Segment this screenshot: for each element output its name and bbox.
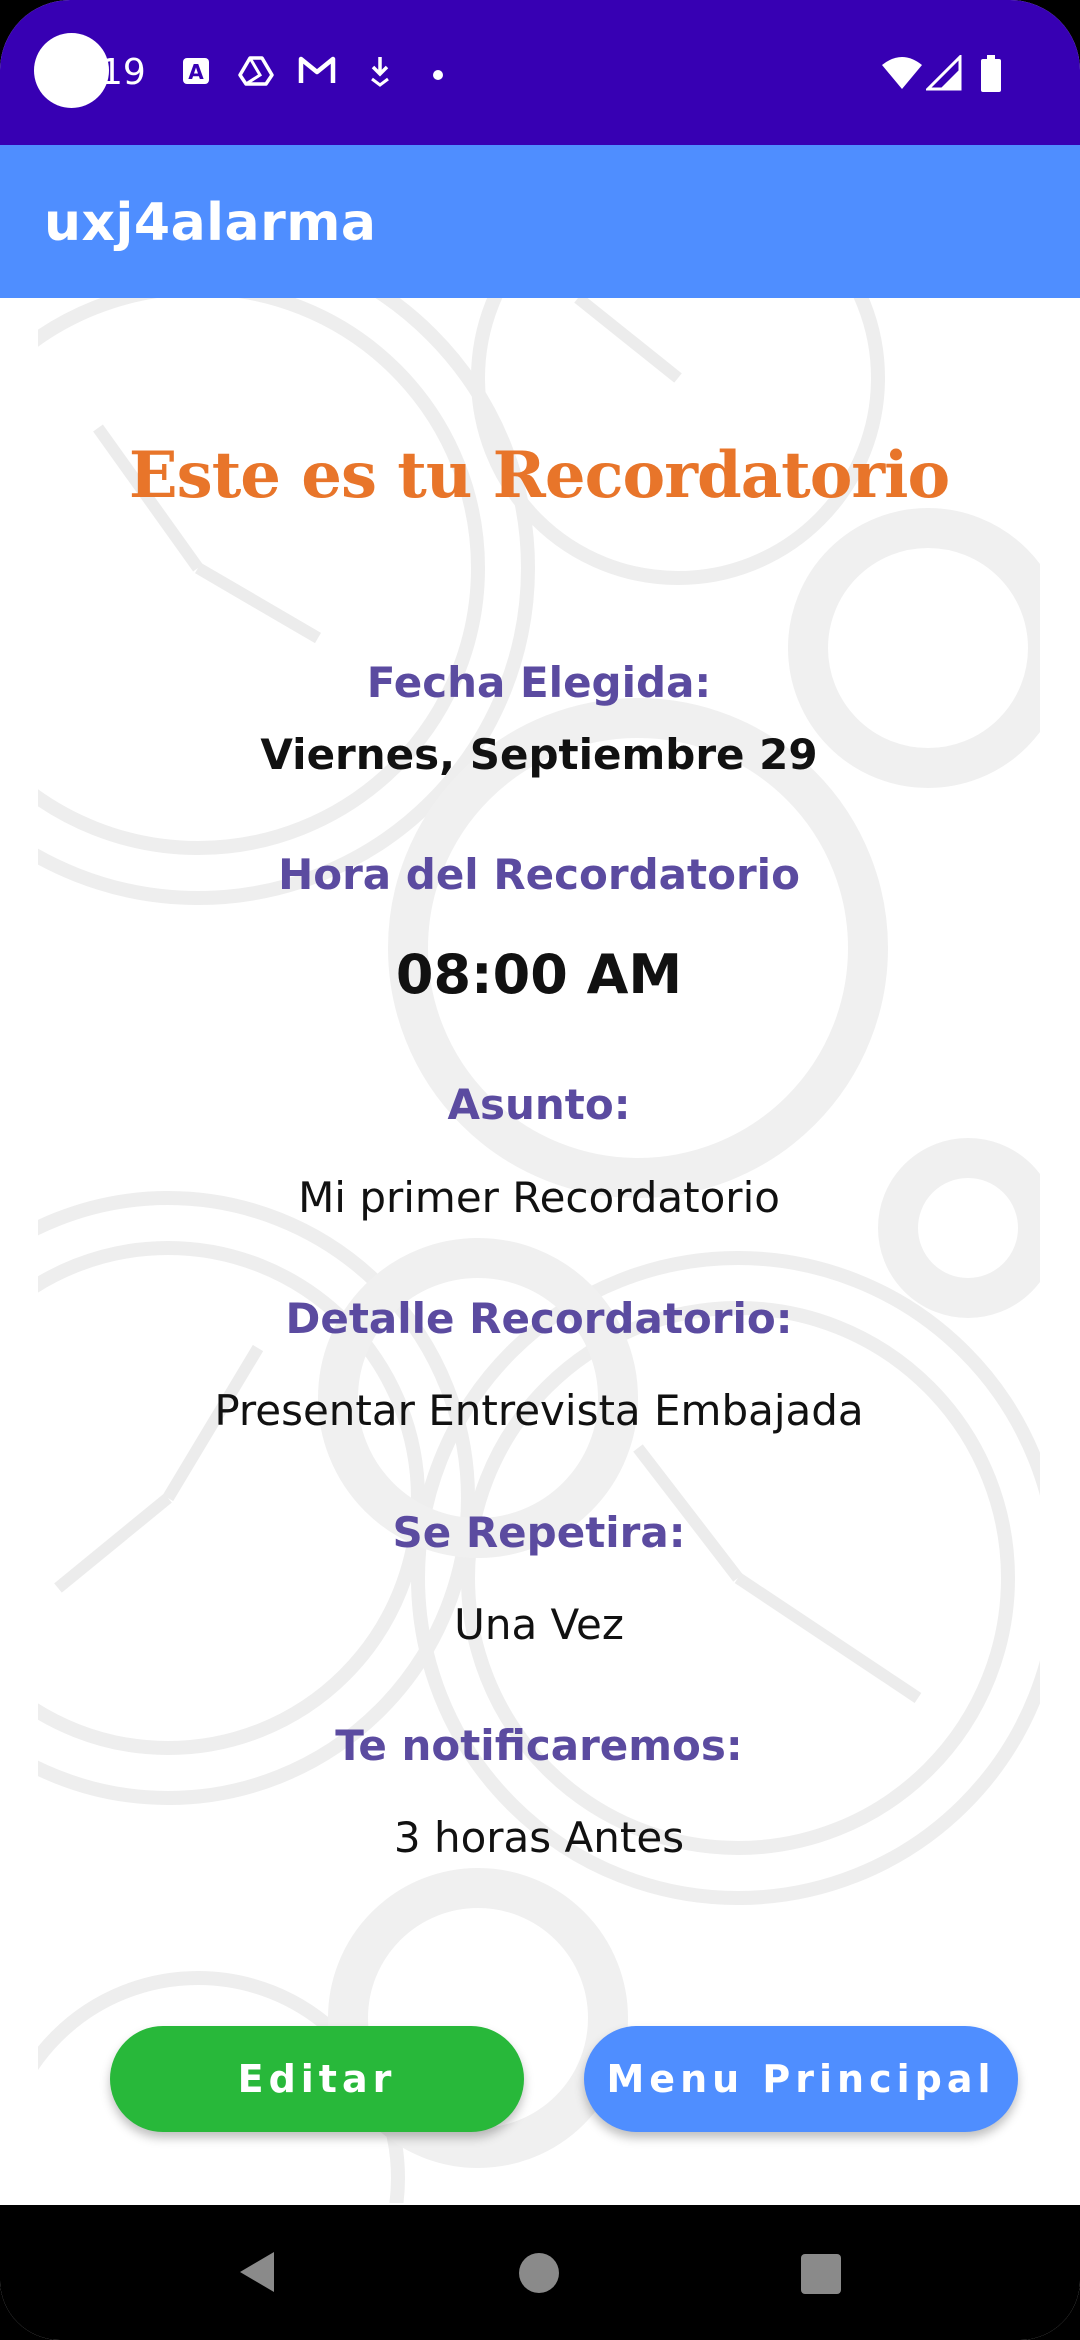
app-a-icon: A xyxy=(180,55,212,91)
detalle-value: Presentar Entrevista Embajada xyxy=(214,1386,864,1435)
back-icon[interactable] xyxy=(236,2250,276,2298)
hora-label: Hora del Recordatorio xyxy=(278,850,800,899)
asunto-value: Mi primer Recordatorio xyxy=(298,1173,780,1222)
status-bar: 19 A xyxy=(0,0,1080,145)
app-bar: uxj4alarma xyxy=(0,145,1080,298)
fecha-value: Viernes, Septiembre 29 xyxy=(260,730,818,779)
camera-cutout xyxy=(34,33,109,108)
page-title: Este es tu Recordatorio xyxy=(128,438,950,513)
drive-icon xyxy=(238,55,274,91)
repetira-label: Se Repetira: xyxy=(392,1508,686,1557)
notificaremos-label: Te notificaremos: xyxy=(335,1721,743,1770)
dot-icon xyxy=(432,66,444,85)
wifi-icon xyxy=(880,55,924,95)
main-menu-button[interactable]: Menu Principal xyxy=(584,2026,1018,2132)
asunto-label: Asunto: xyxy=(447,1080,631,1129)
fecha-label: Fecha Elegida: xyxy=(366,658,712,707)
detalle-label: Detalle Recordatorio: xyxy=(285,1294,793,1343)
app-title: uxj4alarma xyxy=(44,193,377,253)
edit-button[interactable]: Editar xyxy=(110,2026,524,2132)
repetira-value: Una Vez xyxy=(454,1600,624,1649)
notificaremos-value: 3 horas Antes xyxy=(393,1813,685,1862)
signal-icon xyxy=(924,53,962,95)
status-time: 19 xyxy=(100,52,146,93)
svg-text:A: A xyxy=(188,60,204,84)
home-icon[interactable] xyxy=(518,2252,560,2298)
download-icon xyxy=(366,55,394,91)
recents-icon[interactable] xyxy=(800,2253,842,2299)
reminder-content: Este es tu Recordatorio Fecha Elegida: V… xyxy=(38,298,1040,2203)
navigation-bar xyxy=(0,2205,1080,2340)
phone-screen: 19 A uxj4alarma Este es tu Recordatorio … xyxy=(0,0,1080,2340)
reminder-details: Este es tu Recordatorio Fecha Elegida: V… xyxy=(38,298,1040,2203)
gmail-icon xyxy=(298,55,336,89)
hora-value: 08:00 AM xyxy=(395,943,683,1006)
battery-icon xyxy=(980,55,1002,97)
